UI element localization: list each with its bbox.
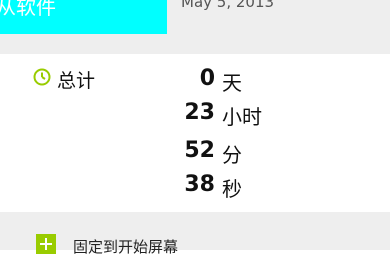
pin-to-start-label: 固定到开始屏幕: [73, 238, 179, 256]
pin-to-start-button[interactable]: 固定到开始屏幕: [0, 212, 390, 256]
plus-icon: [36, 234, 56, 254]
stat-row-days: 0 天: [0, 66, 390, 95]
app-tile-label: 从软件: [0, 0, 56, 19]
stat-days-value: 0: [199, 66, 215, 91]
app-tile[interactable]: 从软件: [0, 0, 167, 34]
stat-row-seconds: 38 秒: [0, 172, 390, 201]
stat-minutes-value: 52: [184, 138, 215, 163]
header-band: 从软件 May 5, 2013: [0, 0, 390, 54]
stat-row-minutes: 52 分: [0, 138, 390, 167]
stat-minutes-unit: 分: [222, 143, 242, 167]
stat-seconds-unit: 秒: [222, 177, 242, 201]
stat-hours-unit: 小时: [222, 105, 262, 129]
stat-hours-value: 23: [184, 100, 215, 125]
stat-row-hours: 23 小时: [0, 100, 390, 129]
date-label: May 5, 2013: [181, 0, 275, 11]
stat-days-unit: 天: [222, 71, 242, 95]
stat-seconds-value: 38: [184, 172, 215, 197]
stats-section: 总计 0 天 23 小时 52 分 38 秒: [0, 54, 390, 212]
